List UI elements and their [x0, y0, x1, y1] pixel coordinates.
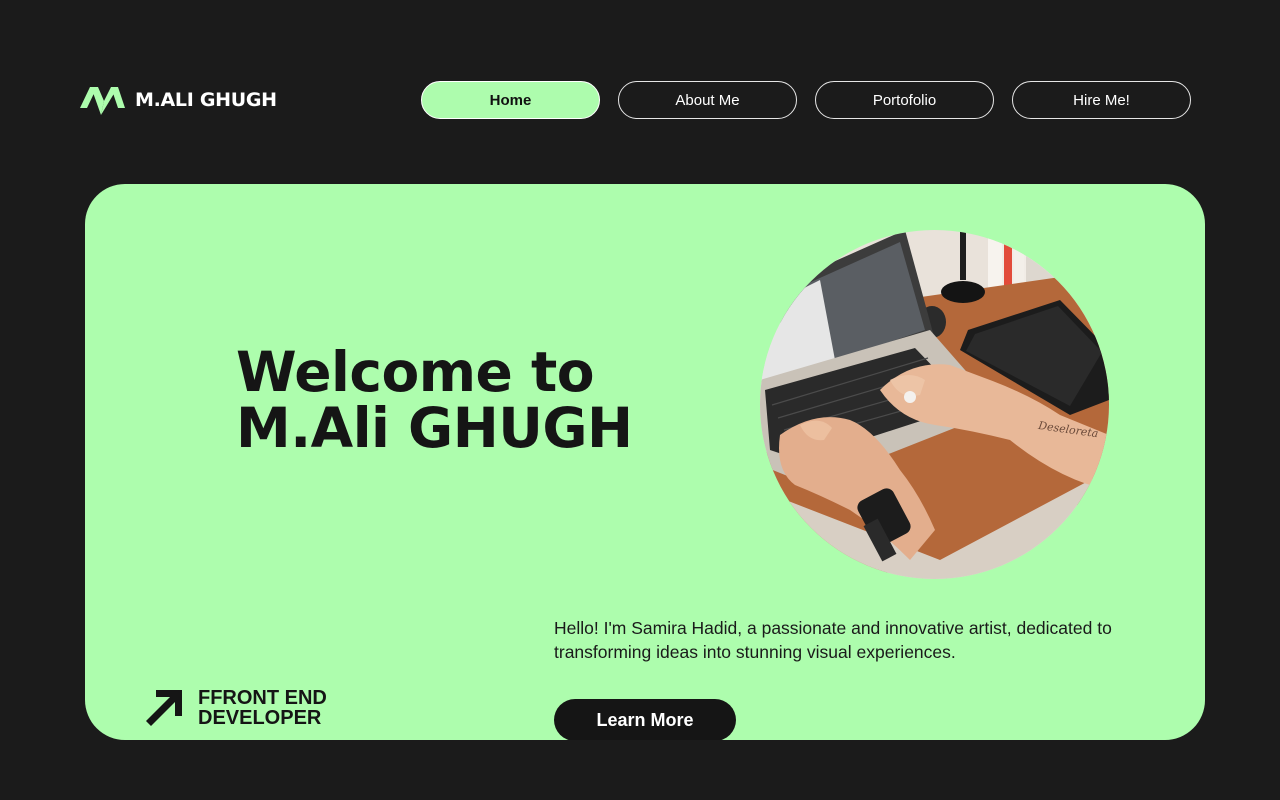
role-tag: FFRONT END DEVELOPER [146, 688, 327, 728]
nav-home-button[interactable]: Home [421, 81, 600, 119]
role-label: FFRONT END DEVELOPER [198, 688, 327, 728]
hero-headline-line1: Welcome to [236, 340, 595, 404]
hero-intro-text: Hello! I'm Samira Hadid, a passionate an… [554, 618, 1112, 662]
brand-logo-icon [80, 87, 125, 115]
hero-photo: Deseloreta [760, 230, 1109, 579]
nav-about-button[interactable]: About Me [618, 81, 797, 119]
arrow-up-right-icon [146, 690, 182, 726]
nav-hire-button[interactable]: Hire Me! [1012, 81, 1191, 119]
brand-logo[interactable]: M.ALI GHUGH [80, 84, 277, 116]
learn-more-button[interactable]: Learn More [554, 699, 736, 740]
hero-headline-line2: M.Ali GHUGH [236, 396, 633, 460]
main-nav: Home About Me Portofolio Hire Me! [421, 81, 1191, 119]
role-line1: FFRONT END [198, 687, 327, 709]
hero-panel: Welcome to M.Ali GHUGH Deseloreta Hello!… [85, 184, 1205, 740]
brand-name: M.ALI GHUGH [135, 89, 277, 111]
role-line2: DEVELOPER [198, 707, 322, 729]
hero-headline: Welcome to M.Ali GHUGH [236, 344, 633, 456]
nav-portfolio-button[interactable]: Portofolio [815, 81, 994, 119]
